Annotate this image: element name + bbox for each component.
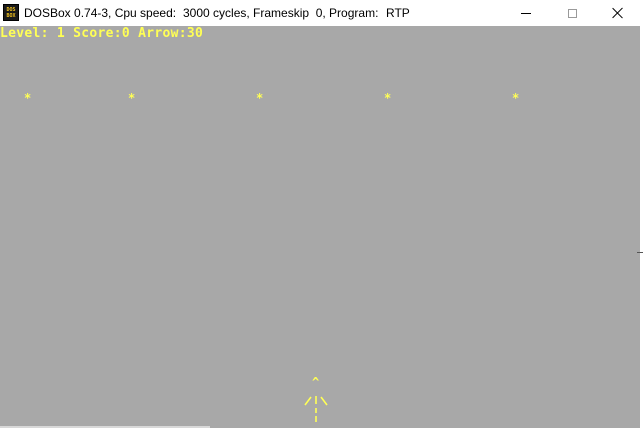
target-star: * [384,91,392,105]
window-title-app: DOSBox 0.74-3, Cpu speed: [24,6,177,20]
window-titlebar[interactable]: DOS BOX DOSBox 0.74-3, Cpu speed: 3000 c… [0,0,643,26]
game-status-line: Level: 1 Score:0 Arrow:30 [0,26,204,41]
dos-game-screen[interactable]: Level: 1 Score:0 Arrow:30 * * * * * ^ [0,26,640,428]
minimize-icon [521,12,531,14]
close-icon [612,7,624,19]
minimize-button[interactable] [503,0,549,26]
window-title-cycles: 3000 cycles, Frameskip 0, Program: [183,6,379,20]
icon-text-bottom: BOX [6,12,16,19]
resize-mark [637,252,643,253]
player-arrow-icon: ^ [304,376,328,422]
close-button[interactable] [595,0,641,26]
target-star: * [512,91,520,105]
window-title-program: RTP [386,6,410,20]
dosbox-icon[interactable]: DOS BOX [3,4,19,21]
arrow-tip: ^ [312,376,319,389]
target-star: * [24,91,32,105]
target-star: * [256,91,264,105]
maximize-button[interactable] [549,0,595,26]
maximize-icon [567,8,577,18]
player-arrow: ^ [302,376,330,426]
target-star: * [128,91,136,105]
